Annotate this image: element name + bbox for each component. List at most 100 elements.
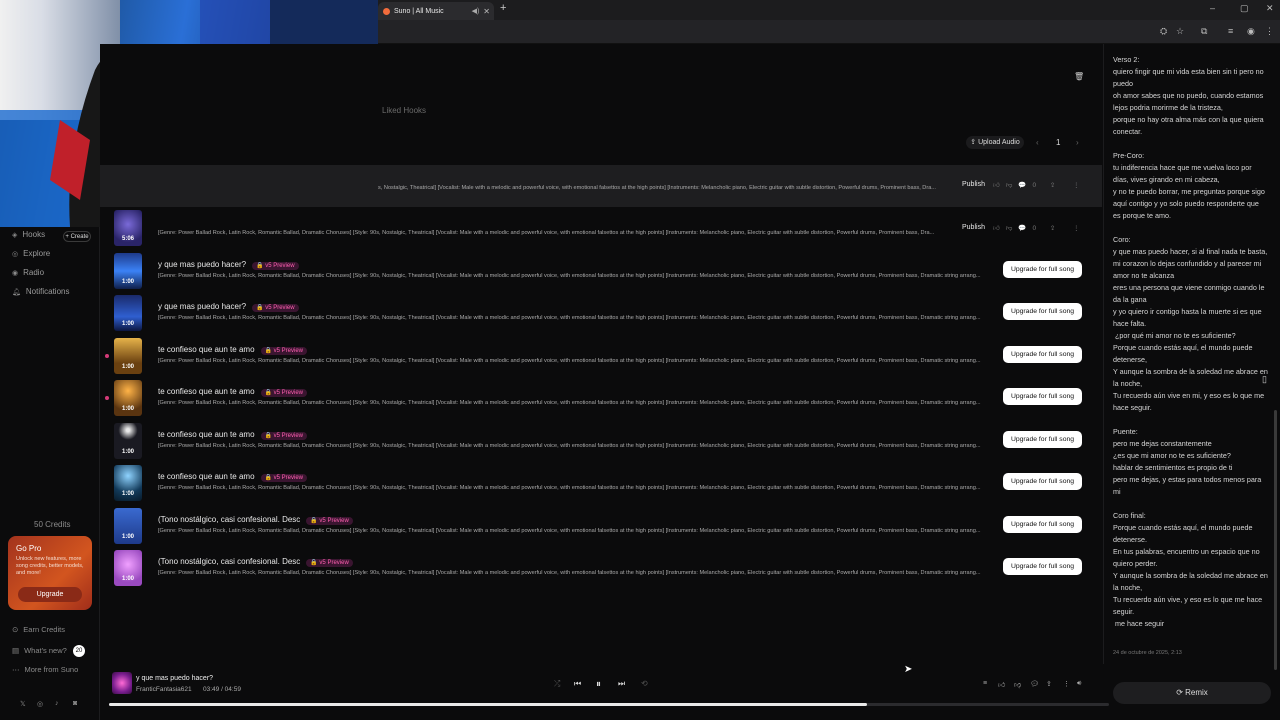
upgrade-for-full-song-button[interactable]: Upgrade for full song xyxy=(1003,558,1082,575)
comment-icon[interactable]: 💬︎ xyxy=(1030,680,1039,688)
song-row[interactable]: 1:00 (Tono nostálgico, casi confesional. … xyxy=(100,505,1102,547)
song-more-icon[interactable]: ⋮ xyxy=(1073,181,1086,189)
volume-icon[interactable]: 🔊︎ xyxy=(1077,680,1081,688)
song-more-icon[interactable]: ⋮ xyxy=(1073,224,1086,232)
upgrade-for-full-song-button[interactable]: Upgrade for full song xyxy=(1003,261,1082,278)
shuffle-icon[interactable]: ⤮ xyxy=(554,679,560,689)
tiktok-icon[interactable]: ♪ xyxy=(55,700,59,707)
song-title[interactable]: y que mas puedo hacer? 🔒 v5 Preview xyxy=(158,302,299,312)
player-artist[interactable]: FranticFantasia621 xyxy=(136,686,192,693)
song-title-text: (Tono nostálgico, casi confesional. Desc xyxy=(158,515,301,524)
go-pro-description: Unlock new features, more song credits, … xyxy=(16,556,84,576)
liked-hooks-tab[interactable]: Liked Hooks xyxy=(382,106,426,115)
song-style-description: [Genre: Power Ballad Rock, Latin Rock, R… xyxy=(158,443,981,449)
browser-menu-icon[interactable]: ⋮ xyxy=(1265,26,1274,37)
song-row[interactable]: 1:00 te confieso que aun te amo 🔒 v5 Previ… xyxy=(100,335,1102,377)
song-actions[interactable]: 👍︎👎︎💬0 ⇪ xyxy=(993,224,1061,232)
browser-tab[interactable]: Suno | All Music ◀) ✕ xyxy=(378,2,494,20)
previous-track-icon[interactable]: ⏮ xyxy=(574,679,581,689)
upgrade-for-full-song-button[interactable]: Upgrade for full song xyxy=(1003,473,1082,490)
new-tab-button[interactable]: + xyxy=(500,2,506,14)
song-title[interactable]: te confieso que aun te amo 🔒 v5 Preview xyxy=(158,387,307,397)
instagram-icon[interactable]: ◎ xyxy=(37,700,43,708)
song-title-text: te confieso que aun te amo xyxy=(158,430,255,439)
like-icon[interactable]: 👍︎ xyxy=(998,680,1005,689)
upgrade-for-full-song-button[interactable]: Upgrade for full song xyxy=(1003,431,1082,448)
v5-preview-badge: 🔒 v5 Preview xyxy=(252,304,299,312)
song-title[interactable]: (Tono nostálgico, casi confesional. Desc… xyxy=(158,515,353,525)
earn-credits-link[interactable]: ⊙ Earn Credits xyxy=(12,625,65,634)
media-icon[interactable]: ≡ xyxy=(1228,26,1233,36)
upgrade-button[interactable]: Upgrade xyxy=(18,587,82,602)
progress-bar[interactable] xyxy=(109,703,1109,706)
song-style-description: [Genre: Power Ballad Rock, Latin Rock, R… xyxy=(158,230,935,236)
upgrade-for-full-song-button[interactable]: Upgrade for full song xyxy=(1003,346,1082,363)
create-button[interactable]: + Create xyxy=(63,231,91,242)
remix-button[interactable]: ⟳ Remix xyxy=(1113,682,1271,704)
publish-button[interactable]: Publish xyxy=(962,224,985,231)
song-style-description: [Genre: Power Ballad Rock, Latin Rock, R… xyxy=(158,485,981,491)
player-title[interactable]: y que mas puedo hacer? xyxy=(136,675,213,682)
song-row[interactable]: s, Nostalgic, Theatrical] [Vocalist: Mal… xyxy=(100,165,1102,207)
sidebar-item-explore[interactable]: ◎ Explore xyxy=(12,249,50,258)
sidebar-item-hooks[interactable]: ◈ Hooks xyxy=(12,230,45,239)
news-icon: ▤ xyxy=(12,646,20,655)
song-row[interactable]: 1:00 y que mas puedo hacer? 🔒 v5 Preview [G… xyxy=(100,250,1102,292)
sidebar-item-radio[interactable]: ◉ Radio xyxy=(12,268,44,277)
song-title[interactable]: (Tono nostálgico, casi confesional. Desc… xyxy=(158,557,353,567)
minimize-button[interactable]: – xyxy=(1210,3,1215,13)
song-row[interactable]: 1:00 te confieso que aun te amo 🔒 v5 Previ… xyxy=(100,462,1102,504)
song-duration: 1:00 xyxy=(121,576,134,582)
sidebar-item-notifications[interactable]: 🔔︎ Notifications xyxy=(12,287,69,296)
trash-icon[interactable]: 🗑︎ xyxy=(1074,72,1084,81)
song-duration: 5:06 xyxy=(121,236,134,242)
v5-preview-badge: 🔒 v5 Preview xyxy=(260,432,307,440)
profile-icon[interactable]: ◉ xyxy=(1247,26,1255,37)
more-from-suno-link[interactable]: ⋯ More from Suno xyxy=(12,665,78,674)
translate-icon[interactable]: ⛭ xyxy=(1160,26,1167,37)
upgrade-for-full-song-button[interactable]: Upgrade for full song xyxy=(1003,516,1082,533)
lyrics-date: 24 de octubre de 2025, 2:13 xyxy=(1113,650,1182,656)
upload-audio-button[interactable]: ⇪ Upload Audio xyxy=(966,136,1024,149)
extensions-icon[interactable]: ⧉ xyxy=(1201,26,1207,37)
tab-audio-icon[interactable]: ◀) xyxy=(472,7,480,15)
song-row[interactable]: 1:00 (Tono nostálgico, casi confesional. … xyxy=(100,547,1102,589)
upgrade-for-full-song-button[interactable]: Upgrade for full song xyxy=(1003,388,1082,405)
song-row[interactable]: 1:00 te confieso que aun te amo 🔒 v5 Previ… xyxy=(100,377,1102,419)
player-thumbnail[interactable] xyxy=(112,672,132,694)
song-row[interactable]: 1:00 te confieso que aun te amo 🔒 v5 Previ… xyxy=(100,420,1102,462)
share-icon[interactable]: ⇪ xyxy=(1046,680,1052,688)
repeat-icon[interactable]: ⟲ xyxy=(641,679,648,688)
song-title[interactable]: te confieso que aun te amo 🔒 v5 Preview xyxy=(158,430,307,440)
x-social-icon[interactable]: 𝕏 xyxy=(20,700,26,708)
publish-button[interactable]: Publish xyxy=(962,181,985,188)
prev-page-icon[interactable]: ‹ xyxy=(1036,138,1039,147)
song-row[interactable]: 5:06 [Genre: Power Ballad Rock, Latin Roc… xyxy=(100,207,1102,249)
song-row[interactable]: 1:00 y que mas puedo hacer? 🔒 v5 Preview [G… xyxy=(100,292,1102,334)
dislike-icon[interactable]: 👎︎ xyxy=(1014,680,1021,689)
go-pro-title: Go Pro xyxy=(16,544,42,553)
discord-icon[interactable]: ◙ xyxy=(73,700,77,707)
queue-icon[interactable]: ≡ xyxy=(983,680,987,687)
upgrade-for-full-song-button[interactable]: Upgrade for full song xyxy=(1003,303,1082,320)
song-title[interactable]: y que mas puedo hacer? 🔒 v5 Preview xyxy=(158,260,299,270)
v5-preview-badge: 🔒 v5 Preview xyxy=(306,517,353,525)
pause-icon[interactable]: ⏸ xyxy=(596,679,601,690)
song-title[interactable]: te confieso que aun te amo 🔒 v5 Preview xyxy=(158,345,307,355)
song-duration: 1:00 xyxy=(121,321,134,327)
bookmark-star-icon[interactable]: ☆ xyxy=(1176,26,1184,37)
close-window-button[interactable]: ✕ xyxy=(1266,3,1274,14)
tab-close-icon[interactable]: ✕ xyxy=(483,7,490,16)
song-title[interactable]: te confieso que aun te amo 🔒 v5 Preview xyxy=(158,472,307,482)
address-bar[interactable]: ⛭ ☆ ⧉ ≡ ◉ ⋮ xyxy=(378,20,1280,44)
maximize-button[interactable]: ▢ xyxy=(1240,3,1249,14)
mouse-cursor-icon: ➤ xyxy=(904,664,913,675)
player-more-icon[interactable]: ⋮ xyxy=(1063,680,1070,688)
next-track-icon[interactable]: ⏭ xyxy=(618,679,625,689)
whats-new-link[interactable]: ▤ What's new? xyxy=(12,646,67,655)
next-page-icon[interactable]: › xyxy=(1076,138,1079,147)
side-panel-icon[interactable]: ▯ xyxy=(1262,374,1267,385)
song-style-description: [Genre: Power Ballad Rock, Latin Rock, R… xyxy=(158,315,981,321)
song-actions[interactable]: 👍︎👎︎💬0 ⇪ xyxy=(993,181,1061,189)
lyrics-scrollbar[interactable] xyxy=(1274,410,1277,670)
